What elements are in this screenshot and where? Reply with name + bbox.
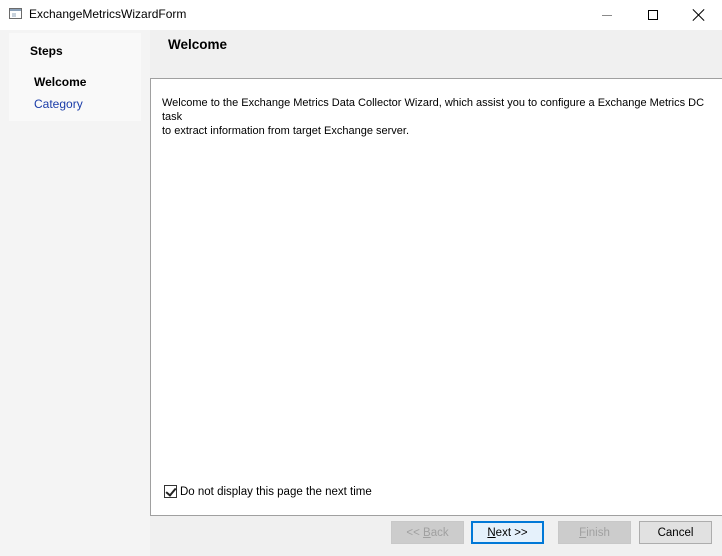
title-bar: ExchangeMetricsWizardForm — [0, 0, 722, 30]
next-button-rest: ext >> — [495, 526, 528, 539]
back-button[interactable]: << Back — [391, 521, 464, 544]
cancel-button[interactable]: Cancel — [639, 521, 712, 544]
step-category-link[interactable]: Category — [34, 97, 83, 111]
do-not-display-label[interactable]: Do not display this page the next time — [180, 486, 372, 498]
maximize-button[interactable] — [630, 0, 676, 30]
step-welcome: Welcome — [34, 75, 87, 89]
back-button-prefix: << — [406, 526, 424, 539]
do-not-display-checkbox-row[interactable]: Do not display this page the next time — [164, 485, 372, 498]
back-button-mnemonic: B — [423, 526, 431, 539]
close-button[interactable] — [676, 0, 722, 30]
minimize-icon — [602, 14, 612, 16]
maximize-icon — [648, 10, 658, 20]
window-title: ExchangeMetricsWizardForm — [29, 7, 187, 21]
content-panel: Welcome to the Exchange Metrics Data Col… — [150, 78, 722, 516]
finish-button[interactable]: Finish — [558, 521, 631, 544]
next-button-mnemonic: N — [487, 526, 496, 539]
next-button[interactable]: Next >> — [471, 521, 544, 544]
welcome-description: Welcome to the Exchange Metrics Data Col… — [162, 97, 705, 137]
finish-button-mnemonic: F — [579, 526, 587, 539]
back-button-rest: ack — [430, 526, 449, 539]
do-not-display-checkbox[interactable] — [164, 485, 177, 498]
steps-header: Steps — [30, 44, 63, 58]
steps-panel: Steps Welcome Category — [0, 30, 150, 556]
steps-card: Steps Welcome Category — [9, 33, 141, 121]
close-icon — [693, 9, 705, 21]
minimize-button[interactable] — [584, 0, 630, 30]
app-window-icon — [9, 8, 22, 19]
page-title: Welcome — [168, 37, 228, 52]
finish-button-rest: inish — [586, 526, 610, 539]
page-header: Welcome — [151, 30, 722, 78]
